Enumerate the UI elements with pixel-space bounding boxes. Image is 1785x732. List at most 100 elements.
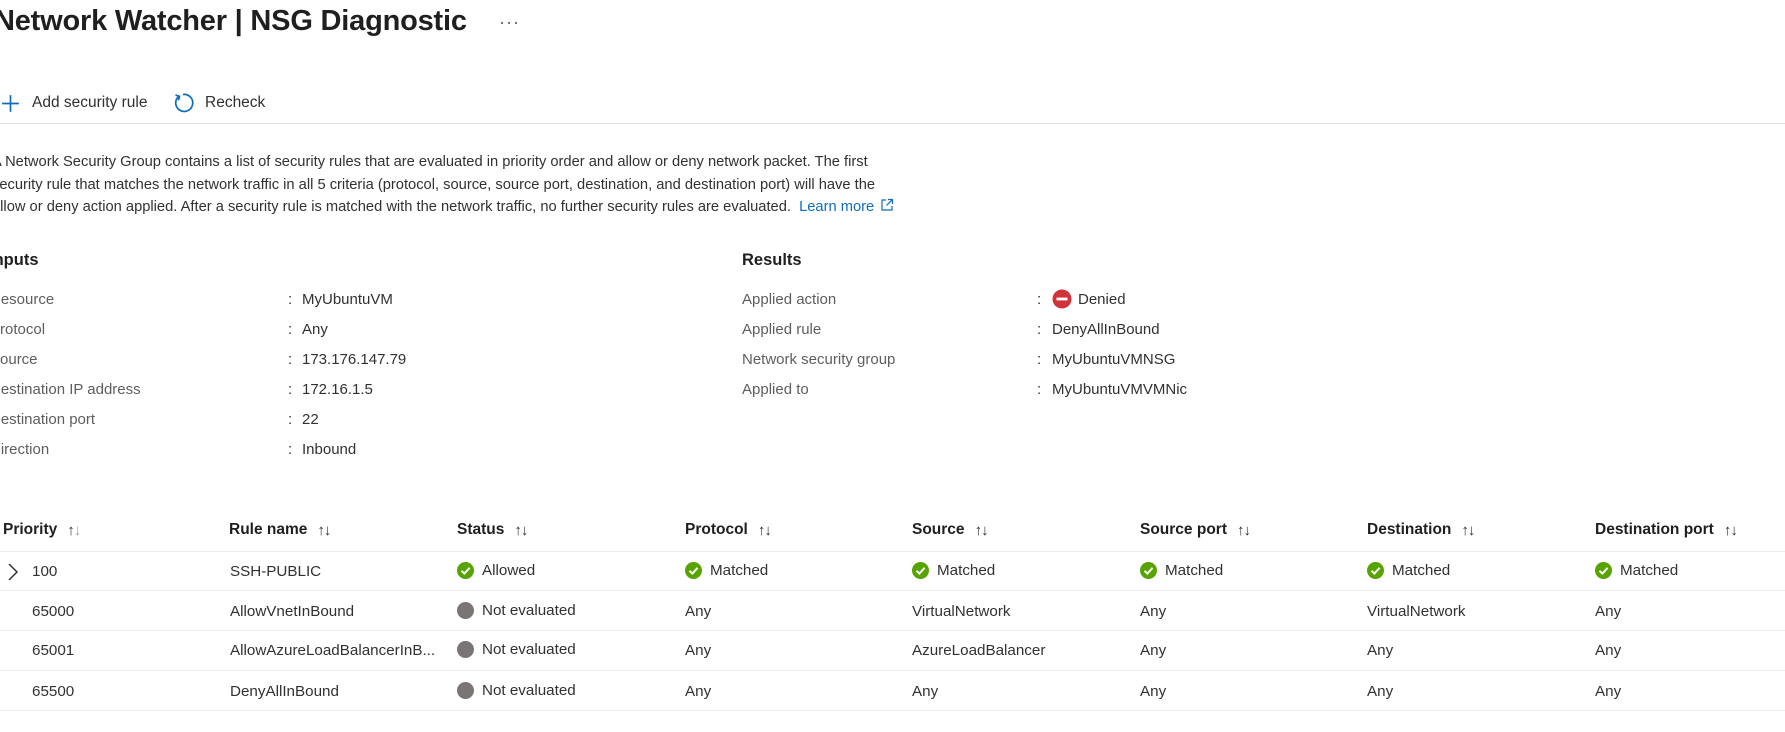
learn-more-label: Learn more bbox=[799, 199, 875, 215]
input-label-direction: Direction bbox=[0, 441, 50, 458]
source-port-cell: Matched bbox=[1140, 562, 1223, 579]
cell-text: Matched bbox=[1392, 562, 1451, 579]
destination-cell: VirtualNetwork bbox=[1367, 603, 1466, 620]
column-header-source[interactable]: Source ↑↓ bbox=[912, 521, 989, 539]
check-circle-icon bbox=[1140, 562, 1157, 579]
inputs-heading: Inputs bbox=[0, 251, 39, 269]
destination-ip-value: 172.16.1.5 bbox=[302, 381, 373, 398]
description-line-2: security rule that matches the network t… bbox=[0, 176, 876, 193]
description-line-1: A Network Security Group contains a list… bbox=[0, 154, 868, 170]
sort-icon: ↑↓ bbox=[757, 521, 772, 539]
status-text: Not evaluated bbox=[482, 682, 576, 699]
sort-icon: ↑↓ bbox=[514, 521, 528, 539]
colon: : bbox=[288, 351, 293, 368]
nic-link[interactable]: MyUbuntuVMVMNic bbox=[1052, 381, 1187, 398]
description: A Network Security Group contains a list… bbox=[0, 151, 992, 219]
row-divider bbox=[0, 710, 1785, 711]
column-header-status[interactable]: Status ↑↓ bbox=[457, 521, 528, 539]
column-header-protocol[interactable]: Protocol ↑↓ bbox=[685, 521, 772, 539]
rule-name-cell: AllowAzureLoadBalancerInB... bbox=[230, 642, 436, 659]
destination-port-cell: Any bbox=[1595, 603, 1622, 620]
colon: : bbox=[1037, 321, 1042, 338]
destination-cell: Any bbox=[1367, 683, 1394, 700]
chevron-right-icon[interactable] bbox=[7, 562, 19, 582]
colon: : bbox=[288, 381, 293, 398]
result-label-applied-rule: Applied rule bbox=[742, 321, 822, 338]
colon: : bbox=[1037, 381, 1042, 398]
column-header-priority[interactable]: Priority ↑↓ bbox=[3, 521, 81, 539]
not-evaluated-icon bbox=[457, 602, 474, 619]
resource-link[interactable]: MyUbuntuVM bbox=[302, 291, 393, 308]
check-circle-icon bbox=[912, 562, 929, 579]
source-cell: Any bbox=[912, 683, 939, 700]
column-header-label: Destination port bbox=[1595, 521, 1714, 538]
more-options-button[interactable]: ··· bbox=[499, 12, 520, 33]
status-cell: Not evaluated bbox=[457, 602, 576, 619]
check-circle-icon bbox=[457, 562, 474, 579]
sort-icon: ↑↓ bbox=[67, 521, 81, 539]
source-port-cell: Any bbox=[1140, 603, 1167, 620]
cell-text: Matched bbox=[1165, 562, 1224, 579]
sort-icon: ↑↓ bbox=[1461, 521, 1475, 539]
sort-icon: ↑↓ bbox=[974, 521, 989, 539]
add-security-rule-label: Add security rule bbox=[32, 94, 148, 111]
learn-more-link[interactable]: Learn more bbox=[799, 198, 894, 215]
status-text: Not evaluated bbox=[482, 641, 576, 658]
check-circle-icon bbox=[1367, 562, 1384, 579]
rule-name-cell: DenyAllInBound bbox=[230, 683, 339, 700]
source-port-cell: Any bbox=[1140, 683, 1167, 700]
status-text: Not evaluated bbox=[482, 602, 576, 619]
column-header-rule-name[interactable]: Rule name ↑↓ bbox=[229, 521, 331, 539]
cell-text: Matched bbox=[937, 562, 996, 579]
source-cell: VirtualNetwork bbox=[912, 603, 1011, 620]
priority-cell: 65001 bbox=[32, 642, 75, 659]
destination-port-cell: Matched bbox=[1595, 562, 1678, 579]
column-header-label: Priority bbox=[3, 521, 58, 538]
column-header-label: Rule name bbox=[229, 521, 308, 538]
source-value: 173.176.147.79 bbox=[302, 351, 407, 368]
input-label-resource: Resource bbox=[0, 291, 55, 308]
result-label-applied-to: Applied to bbox=[742, 381, 809, 398]
recheck-button[interactable]: Recheck bbox=[172, 91, 265, 115]
check-circle-icon bbox=[1595, 562, 1612, 579]
recheck-label: Recheck bbox=[205, 94, 266, 111]
destination-cell: Matched bbox=[1367, 562, 1450, 579]
refresh-icon bbox=[174, 93, 194, 113]
colon: : bbox=[288, 321, 293, 338]
column-header-label: Status bbox=[457, 521, 505, 538]
description-line-3: allow or deny action applied. After a se… bbox=[0, 199, 791, 215]
sort-icon: ↑↓ bbox=[1723, 521, 1738, 539]
nsg-link[interactable]: MyUbuntuVMNSG bbox=[1052, 351, 1175, 368]
sort-icon: ↑↓ bbox=[1236, 521, 1251, 539]
source-cell: AzureLoadBalancer bbox=[912, 642, 1046, 659]
column-header-label: Protocol bbox=[685, 521, 748, 538]
results-heading: Results bbox=[742, 251, 802, 269]
page-title: Network Watcher | NSG Diagnostic bbox=[0, 5, 467, 37]
denied-icon bbox=[1052, 289, 1072, 309]
destination-port-value: 22 bbox=[302, 411, 319, 428]
protocol-cell: Any bbox=[685, 642, 712, 659]
applied-rule-value: DenyAllInBound bbox=[1052, 321, 1160, 338]
add-security-rule-button[interactable]: Add security rule bbox=[0, 91, 147, 115]
applied-action-value: Denied bbox=[1052, 289, 1126, 309]
protocol-cell: Matched bbox=[685, 562, 768, 579]
rule-name-cell: AllowVnetInBound bbox=[230, 603, 355, 620]
status-cell: Not evaluated bbox=[457, 641, 576, 658]
column-header-destination[interactable]: Destination ↑↓ bbox=[1367, 521, 1475, 539]
direction-value: Inbound bbox=[302, 441, 357, 458]
protocol-cell: Any bbox=[685, 683, 712, 700]
sort-icon: ↑↓ bbox=[317, 521, 331, 539]
column-header-destination-port[interactable]: Destination port ↑↓ bbox=[1595, 521, 1738, 539]
check-circle-icon bbox=[685, 562, 702, 579]
input-label-protocol: Protocol bbox=[0, 321, 46, 338]
column-header-source-port[interactable]: Source port ↑↓ bbox=[1140, 521, 1251, 539]
destination-cell: Any bbox=[1367, 642, 1394, 659]
result-label-nsg: Network security group bbox=[742, 351, 896, 368]
status-cell: Not evaluated bbox=[457, 682, 576, 699]
source-port-cell: Any bbox=[1140, 642, 1167, 659]
plus-icon bbox=[2, 94, 19, 112]
input-label-source: Source bbox=[0, 351, 38, 368]
rule-name-link[interactable]: SSH-PUBLIC bbox=[230, 563, 321, 580]
toolbar-divider bbox=[0, 123, 1785, 124]
column-header-label: Source bbox=[912, 521, 965, 538]
